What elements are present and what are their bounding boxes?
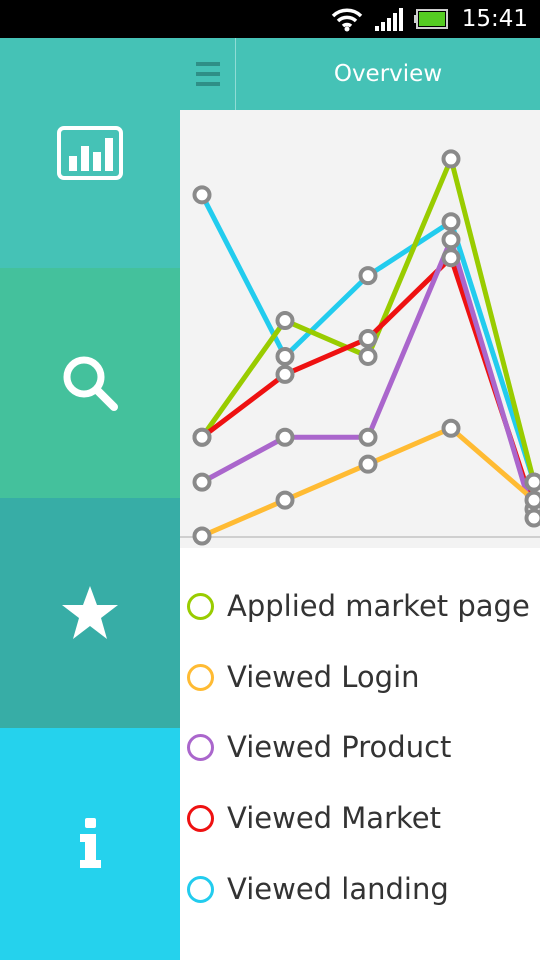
legend-marker (187, 804, 214, 832)
legend-item: Viewed Login (180, 647, 540, 707)
signal-icon (374, 8, 403, 31)
search-icon (63, 356, 118, 411)
menu-item-charts[interactable] (0, 38, 180, 268)
legend-label: Viewed landing (227, 872, 449, 906)
line-chart (180, 110, 540, 548)
menu-item-favorites[interactable] (0, 498, 180, 728)
legend-marker (187, 663, 214, 691)
legend-marker (187, 875, 214, 903)
data-point[interactable] (441, 418, 461, 438)
info-icon (80, 818, 101, 868)
data-point[interactable] (524, 472, 540, 492)
legend-marker (187, 592, 214, 620)
star-icon (62, 586, 118, 639)
legend-item: Applied market page F (180, 576, 540, 636)
data-point[interactable] (275, 346, 295, 366)
legend-item: Viewed Market (180, 788, 540, 848)
chart-legend: Applied market page F Viewed Login Viewe… (180, 548, 540, 960)
data-point[interactable] (441, 230, 461, 250)
legend-item: Viewed landing (180, 859, 540, 919)
hamburger-icon (195, 59, 220, 89)
side-menu (0, 38, 180, 960)
data-point[interactable] (358, 454, 378, 474)
legend-marker (187, 733, 214, 761)
bar-chart-icon (57, 126, 123, 180)
data-point[interactable] (358, 427, 378, 447)
legend-item: Viewed Product (180, 717, 540, 777)
data-point[interactable] (441, 248, 461, 268)
status-time: 15:41 (461, 6, 528, 32)
legend-label: Viewed Market (227, 801, 441, 835)
data-point[interactable] (524, 508, 540, 528)
data-point[interactable] (275, 490, 295, 510)
legend-label: Viewed Product (227, 730, 452, 764)
app-header: Overview (180, 38, 540, 110)
wifi-icon (331, 8, 362, 32)
app-screen: 15:41 Overview Applied market page F Vie… (0, 0, 540, 960)
legend-label: Viewed Login (227, 660, 420, 694)
hamburger-menu-button[interactable] (180, 38, 235, 110)
data-point[interactable] (192, 526, 212, 546)
data-point[interactable] (275, 364, 295, 384)
menu-item-search[interactable] (0, 268, 180, 498)
menu-item-info[interactable] (0, 728, 180, 960)
data-point[interactable] (441, 212, 461, 232)
status-bar: 15:41 (0, 0, 540, 38)
data-point[interactable] (358, 266, 378, 286)
data-point[interactable] (192, 427, 212, 447)
page-title: Overview (333, 61, 443, 87)
data-point[interactable] (275, 311, 295, 331)
legend-label: Applied market page F (227, 589, 540, 623)
line-chart-svg (180, 149, 540, 546)
data-point[interactable] (524, 490, 540, 510)
data-point[interactable] (441, 149, 461, 169)
data-point[interactable] (192, 185, 212, 205)
battery-icon (413, 9, 448, 29)
data-point[interactable] (358, 328, 378, 348)
data-point[interactable] (192, 472, 212, 492)
data-point[interactable] (358, 346, 378, 366)
data-point[interactable] (275, 427, 295, 447)
